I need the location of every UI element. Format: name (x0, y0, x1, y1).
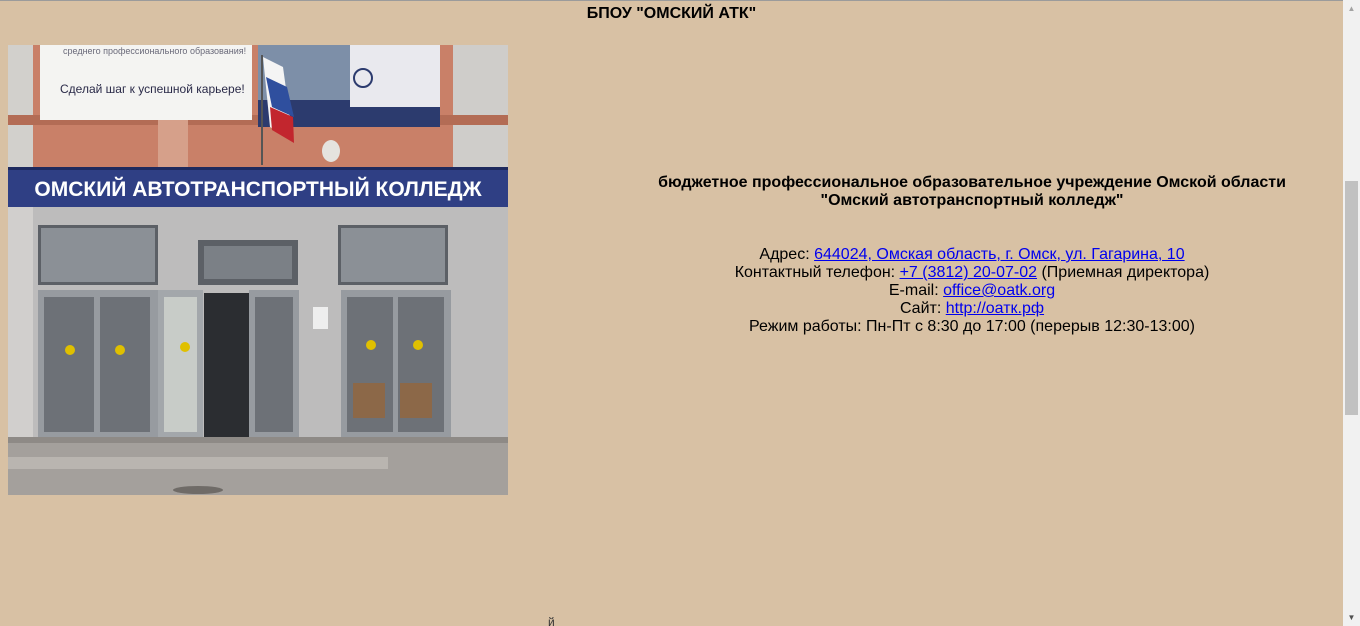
chevron-down-icon[interactable]: ▼ (1343, 609, 1360, 626)
phone-note: (Приемная директора) (1037, 264, 1210, 281)
page-title: БПОУ "ОМСКИЙ АТК" (586, 5, 757, 22)
email-link[interactable]: office@oatk.org (943, 282, 1055, 299)
email-line: E-mail: office@oatk.org (600, 282, 1344, 300)
cut-off-text: й (548, 615, 555, 626)
phone-link[interactable]: +7 (3812) 20-07-02 (900, 264, 1037, 281)
page: БПОУ "ОМСКИЙ АТК" среднего профессиональ… (0, 0, 1360, 626)
organization-name-line-1: бюджетное профессиональное образовательн… (658, 174, 1286, 191)
top-divider (0, 0, 1343, 1)
phone-label: Контактный телефон: (734, 264, 900, 281)
phone-line: Контактный телефон: +7 (3812) 20-07-02 (… (600, 264, 1344, 282)
vertical-scrollbar[interactable]: ▲ ▼ (1343, 0, 1360, 626)
organization-name: бюджетное профессиональное образовательн… (600, 174, 1344, 210)
address-label: Адрес: (759, 246, 815, 263)
address-line: Адрес: 644024, Омская область, г. Омск, … (600, 246, 1344, 264)
college-building-photo: среднего профессионального образования! … (8, 45, 508, 495)
banner-text: Сделай шаг к успешной карьере! (60, 82, 245, 96)
site-label: Сайт: (899, 300, 946, 317)
address-link[interactable]: 644024, Омская область, г. Омск, ул. Гаг… (814, 246, 1185, 263)
site-line: Сайт: http://оатк.рф (600, 300, 1344, 318)
building-sign: ОМСКИЙ АВТОТРАНСПОРТНЫЙ КОЛЛЕДЖ (34, 177, 482, 201)
working-hours: Режим работы: Пн-Пт с 8:30 до 17:00 (пер… (749, 318, 1195, 335)
contact-info: бюджетное профессиональное образовательн… (600, 174, 1344, 336)
organization-name-line-2: "Омский автотранспортный колледж" (820, 192, 1124, 209)
email-label: E-mail: (888, 282, 944, 299)
scrollbar-thumb[interactable] (1345, 181, 1358, 415)
banner-top-text: среднего профессионального образования! (63, 46, 246, 56)
site-link[interactable]: http://оатк.рф (946, 300, 1044, 317)
chevron-up-icon[interactable]: ▲ (1343, 0, 1360, 17)
